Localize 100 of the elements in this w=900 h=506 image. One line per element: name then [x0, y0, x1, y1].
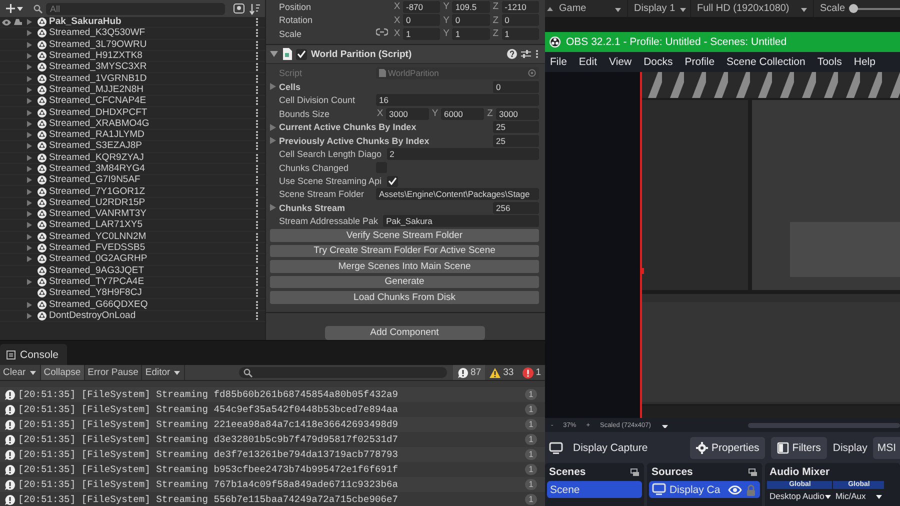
- expand-arrow-icon[interactable]: [26, 244, 33, 252]
- hierarchy-item[interactable]: Streamed_3MYSC3XR: [49, 62, 253, 72]
- number-field[interactable]: 1: [452, 28, 490, 40]
- more-icon[interactable]: [255, 243, 259, 254]
- menu-item[interactable]: Docks: [644, 56, 673, 68]
- collapse-icon[interactable]: [547, 6, 553, 12]
- hierarchy-item[interactable]: Streamed_KQR9ZYAJ: [49, 152, 253, 163]
- visibility-icon[interactable]: [2, 18, 11, 26]
- number-field[interactable]: 3000: [386, 108, 429, 120]
- log-entry[interactable]: [20:51:35] [FileSystem] Streaming b953cfbee2473b74b995472e1f6f691f 1: [0, 462, 545, 477]
- expand-arrow-icon[interactable]: [26, 221, 33, 230]
- more-icon[interactable]: [255, 276, 259, 287]
- undock-icon[interactable]: [630, 468, 640, 476]
- presets-icon[interactable]: [521, 49, 531, 59]
- properties-button[interactable]: Properties: [690, 437, 766, 459]
- expand-arrow-icon[interactable]: [26, 97, 33, 106]
- filters-button[interactable]: Filters: [771, 437, 827, 459]
- expand-arrow-icon[interactable]: [26, 165, 33, 173]
- hierarchy-item[interactable]: Streamed_G66QDXEQ: [49, 300, 253, 310]
- expand-arrow-icon[interactable]: [26, 74, 33, 83]
- expand-arrow-icon[interactable]: [26, 52, 33, 60]
- menu-item[interactable]: Help: [854, 56, 876, 68]
- number-field[interactable]: 1: [502, 28, 539, 40]
- menu-item[interactable]: File: [550, 56, 567, 68]
- add-button[interactable]: [4, 2, 25, 16]
- text-field[interactable]: 16: [376, 94, 539, 106]
- more-icon[interactable]: [255, 152, 259, 163]
- count-field[interactable]: 25: [493, 121, 539, 134]
- expand-arrow-icon[interactable]: [26, 29, 33, 38]
- console-tab[interactable]: Console: [0, 344, 67, 365]
- expand-arrow-icon[interactable]: [26, 142, 33, 150]
- number-field[interactable]: 1: [403, 28, 440, 40]
- more-icon[interactable]: [255, 232, 259, 242]
- scrollbar[interactable]: [748, 422, 900, 428]
- dropdown-button[interactable]: Editor: [142, 365, 186, 380]
- log-entry[interactable]: [20:51:35] [FileSystem] Streaming de3f7e13261be794da13719acb778793 1: [0, 447, 545, 462]
- foldout-arrow-icon[interactable]: [270, 50, 278, 58]
- expand-arrow-icon[interactable]: [26, 198, 33, 207]
- expand-arrow-icon[interactable]: [26, 232, 33, 241]
- checkbox[interactable]: [386, 176, 398, 186]
- hierarchy-item[interactable]: Streamed_RA1JLYMD: [49, 130, 253, 140]
- more-icon[interactable]: [255, 220, 259, 230]
- log-entry[interactable]: [20:51:35] [FileSystem] Streaming 221eea98a84a7c1418e36642693498d9 1: [0, 417, 545, 432]
- more-icon[interactable]: [255, 175, 259, 186]
- expand-arrow-icon[interactable]: [26, 300, 33, 309]
- action-button[interactable]: Generate: [270, 276, 539, 288]
- dropdown[interactable]: Display 1: [628, 0, 691, 17]
- hierarchy-item[interactable]: Pak_SakuraHub: [49, 17, 253, 28]
- count-field[interactable]: 0: [493, 80, 539, 93]
- expand-arrow-icon[interactable]: [26, 210, 33, 218]
- expand-arrow-icon[interactable]: [26, 120, 33, 128]
- hierarchy-item[interactable]: Streamed_FVEDSSB5: [49, 243, 253, 254]
- more-icon[interactable]: [255, 130, 259, 140]
- hierarchy-item[interactable]: Streamed_K3Q530WF: [49, 28, 253, 38]
- more-icon[interactable]: [255, 84, 259, 95]
- action-button[interactable]: Verify Scene Stream Folder: [270, 229, 539, 242]
- help-icon[interactable]: [507, 49, 517, 59]
- text-field[interactable]: Assets\Engine\Content\Packages\Stage: [376, 188, 539, 200]
- number-field[interactable]: 0: [403, 14, 440, 26]
- text-field[interactable]: 2: [386, 148, 539, 160]
- hierarchy-item[interactable]: DontDestroyOnLoad: [49, 310, 253, 321]
- hierarchy-item[interactable]: Streamed_U2RDR15P: [49, 198, 253, 208]
- more-icon[interactable]: [255, 74, 259, 84]
- search-field[interactable]: [238, 367, 447, 378]
- more-icon[interactable]: [255, 96, 259, 106]
- menu-item[interactable]: Profile: [684, 56, 715, 68]
- number-field[interactable]: 0: [452, 14, 490, 26]
- more-icon[interactable]: [255, 62, 259, 72]
- expand-arrow-icon[interactable]: [26, 255, 33, 264]
- menu-item[interactable]: View: [609, 56, 632, 68]
- scene-filter-icon[interactable]: [233, 3, 245, 14]
- channel-select[interactable]: Desktop Audio: [767, 489, 834, 503]
- expand-arrow-icon[interactable]: [26, 188, 33, 196]
- source-item[interactable]: Display Ca: [649, 481, 760, 498]
- log-entry[interactable]: [20:51:35] [FileSystem] Streaming d3e32801b5c9b7f479d95817f02531d7 1: [0, 432, 545, 447]
- expand-arrow-icon[interactable]: [26, 154, 33, 162]
- info-filter-toggle[interactable]: 87: [452, 365, 486, 380]
- log-entry[interactable]: [20:51:35] [FileSystem] Streaming 556b7e115baa74249a72a715cbe906e7 1: [0, 492, 545, 506]
- link-icon[interactable]: [376, 28, 388, 36]
- hierarchy-item[interactable]: Streamed_CFCNAP4E: [49, 96, 253, 106]
- expand-arrow-icon[interactable]: [26, 131, 33, 140]
- hierarchy-item[interactable]: Streamed_S3EZAJ8P: [49, 141, 253, 152]
- number-field[interactable]: 109.5: [452, 0, 490, 13]
- log-entry[interactable]: [20:51:35] [FileSystem] Streaming fd85b60b261b68745854a80b05f432a9 1: [0, 387, 545, 402]
- dropdown[interactable]: Full HD (1920x1080): [691, 0, 814, 17]
- expand-arrow-icon[interactable]: [26, 312, 33, 320]
- more-icon[interactable]: [255, 28, 259, 38]
- hierarchy-item[interactable]: Streamed_9AG3JQET: [49, 266, 253, 276]
- hierarchy-item[interactable]: Streamed_Y8H9F8CJ: [49, 288, 253, 298]
- add-component-button[interactable]: Add Component: [324, 326, 484, 340]
- number-field[interactable]: 0: [502, 14, 539, 26]
- expand-arrow-icon[interactable]: [270, 83, 276, 90]
- expand-arrow-icon[interactable]: [26, 278, 33, 286]
- more-icon[interactable]: [255, 300, 259, 310]
- hierarchy-item[interactable]: Streamed_3M84RYG4: [49, 164, 253, 174]
- more-icon[interactable]: [255, 288, 259, 298]
- more-icon[interactable]: [255, 108, 259, 118]
- toggle-button[interactable]: Error Pause: [84, 365, 142, 380]
- hierarchy-item[interactable]: Streamed_TY7PCA4E: [49, 276, 253, 287]
- more-icon[interactable]: [255, 17, 259, 28]
